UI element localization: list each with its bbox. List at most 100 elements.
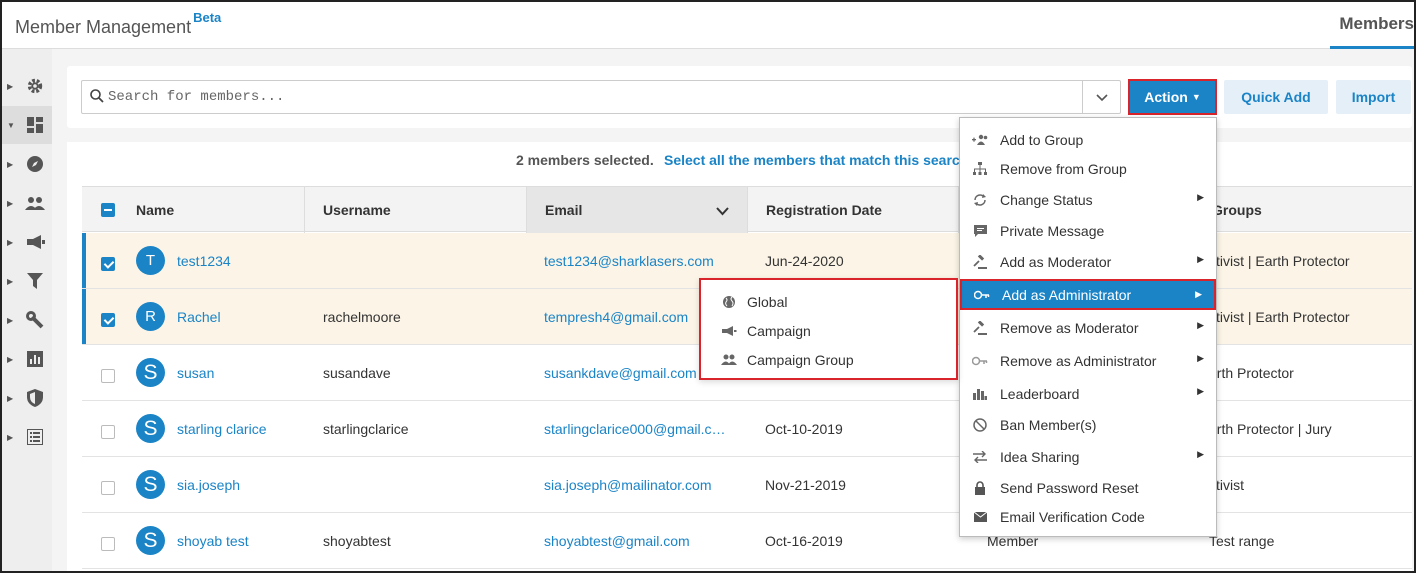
tab-members-underline (1330, 46, 1414, 49)
app-frame: Member Management Beta Members ▶ ▼ ▶ ▶ ▶… (0, 0, 1416, 573)
menu-item-remove-as-moderator[interactable]: Remove as Moderator ▶ (960, 312, 1216, 343)
caret-down-icon: ▼ (7, 120, 15, 130)
member-username (323, 457, 523, 513)
action-button-label: Action (1144, 89, 1188, 105)
rail-item-people[interactable]: ▶ (2, 184, 52, 222)
column-header-email[interactable]: Email (527, 187, 748, 233)
caret-right-icon: ▶ (7, 393, 14, 403)
rail-item-dashboard[interactable]: ▼ (2, 106, 52, 144)
menu-item-email-verification-code[interactable]: Email Verification Code (960, 501, 1216, 532)
member-email-link[interactable]: shoyabtest@gmail.com (544, 513, 734, 569)
refresh-icon (960, 193, 1000, 207)
app-title-text: Member Management (15, 17, 192, 37)
menu-item-remove-from-group[interactable]: Remove from Group (960, 153, 1216, 184)
row-checkbox[interactable] (101, 257, 115, 271)
member-groups: arth Protector | Jury (1209, 421, 1332, 437)
add-group-icon (960, 134, 1000, 146)
member-groups: ctivist (1209, 477, 1244, 493)
rail-item-explore[interactable]: ▶ (2, 145, 52, 183)
menu-item-remove-as-administrator[interactable]: Remove as Administrator ▶ (960, 345, 1216, 376)
selection-count: 2 members selected. (516, 152, 654, 168)
search-input[interactable] (108, 87, 1068, 107)
menu-item-ban-member-s[interactable]: Ban Member(s) (960, 409, 1216, 440)
menu-item-label: Remove as Moderator (1000, 319, 1139, 336)
caret-right-icon: ▶ (7, 237, 14, 247)
caret-right-icon: ▶ (7, 276, 14, 286)
avatar: R (136, 302, 165, 331)
caret-right-icon: ▶ (1197, 353, 1204, 363)
column-header-email-label: Email (545, 202, 583, 218)
shield-icon (25, 388, 45, 408)
row-checkbox[interactable] (101, 537, 115, 551)
caret-right-icon: ▶ (7, 315, 14, 325)
row-checkbox[interactable] (101, 313, 115, 327)
rail-item-reports[interactable]: ▶ (2, 340, 52, 378)
megaphone-icon (701, 325, 747, 337)
menu-item-label: Idea Sharing (1000, 448, 1080, 465)
member-username: susandave (323, 365, 391, 381)
avatar: T (136, 246, 165, 275)
menu-item-change-status[interactable]: Change Status ▶ (960, 184, 1216, 215)
column-header-username-label: Username (323, 202, 391, 218)
member-username: rachelmoore (323, 309, 401, 325)
page-title: Member Management Beta (15, 10, 221, 38)
menu-item-label: Leaderboard (1000, 385, 1080, 402)
ban-icon (960, 417, 1000, 432)
caret-right-icon: ▶ (1197, 320, 1204, 330)
search-dropdown-toggle[interactable] (1082, 81, 1120, 113)
tab-members[interactable]: Members (1339, 14, 1414, 34)
list-icon (25, 427, 45, 447)
member-email-link[interactable]: starlingclarice000@gmail.c… (544, 401, 734, 457)
rail-item-filter[interactable]: ▶ (2, 262, 52, 300)
menu-item-leaderboard[interactable]: Leaderboard ▶ (960, 378, 1216, 409)
rail-item-campaigns[interactable]: ▶ (2, 223, 52, 261)
megaphone-icon (25, 232, 45, 252)
avatar: S (136, 526, 165, 555)
rail-item-tools[interactable]: ▶ (2, 301, 52, 339)
key-icon (962, 290, 1002, 300)
column-header-registration-date[interactable]: Registration Date (748, 187, 959, 233)
menu-item-send-password-reset[interactable]: Send Password Reset (960, 472, 1216, 503)
member-email-link[interactable]: sia.joseph@mailinator.com (544, 457, 734, 513)
menu-item-add-as-administrator[interactable]: Add as Administrator ▶ (960, 279, 1216, 310)
column-header-username[interactable]: Username (305, 187, 527, 233)
column-header-groups[interactable]: Groups (1192, 187, 1412, 233)
caret-right-icon: ▶ (7, 198, 14, 208)
menu-item-idea-sharing[interactable]: Idea Sharing ▶ (960, 441, 1216, 472)
import-button[interactable]: Import (1336, 80, 1411, 114)
globe-icon (701, 295, 747, 309)
select-all-link[interactable]: Select all the members that match this s… (664, 152, 968, 168)
left-rail: ▶ ▼ ▶ ▶ ▶ ▶ ▶ ▶ ▶ ▶ (2, 49, 52, 571)
caret-right-icon: ▶ (1197, 254, 1204, 264)
dashboard-icon (25, 115, 45, 135)
menu-item-add-to-group[interactable]: Add to Group (960, 124, 1216, 155)
menu-item-add-as-moderator[interactable]: Add as Moderator ▶ (960, 246, 1216, 277)
compass-icon (25, 154, 45, 174)
quick-add-button[interactable]: Quick Add (1224, 80, 1328, 114)
rail-item-settings[interactable]: ▶ (2, 67, 52, 105)
select-all-checkbox[interactable] (101, 203, 115, 217)
chevron-down-icon (1095, 89, 1108, 105)
column-header-groups-label: Groups (1212, 202, 1262, 218)
swap-icon (960, 450, 1000, 463)
row-checkbox[interactable] (101, 481, 115, 495)
rail-item-logs[interactable]: ▶ (2, 418, 52, 456)
caret-right-icon: ▶ (7, 81, 14, 91)
caret-right-icon: ▶ (7, 159, 14, 169)
chevron-down-icon (716, 203, 729, 219)
row-checkbox[interactable] (101, 425, 115, 439)
rail-item-security[interactable]: ▶ (2, 379, 52, 417)
submenu-item-campaign-group[interactable]: Campaign Group (701, 345, 956, 374)
menu-item-label: Email Verification Code (1000, 508, 1145, 525)
submenu-item-global[interactable]: Global (701, 287, 956, 316)
column-header-name[interactable]: Name (118, 187, 305, 233)
submenu-item-campaign[interactable]: Campaign (701, 316, 956, 345)
submenu-item-label: Campaign (747, 322, 811, 339)
menu-item-label: Add to Group (1000, 131, 1084, 148)
member-registration-date: Oct-16-2019 (765, 533, 843, 549)
action-menu: Add to Group Remove from Group Change Stat… (959, 117, 1217, 537)
action-button[interactable]: Action ▼ (1128, 79, 1217, 115)
add-as-administrator-submenu: Global Campaign Campaign Group (699, 278, 958, 380)
menu-item-private-message[interactable]: Private Message (960, 215, 1216, 246)
row-checkbox[interactable] (101, 369, 115, 383)
